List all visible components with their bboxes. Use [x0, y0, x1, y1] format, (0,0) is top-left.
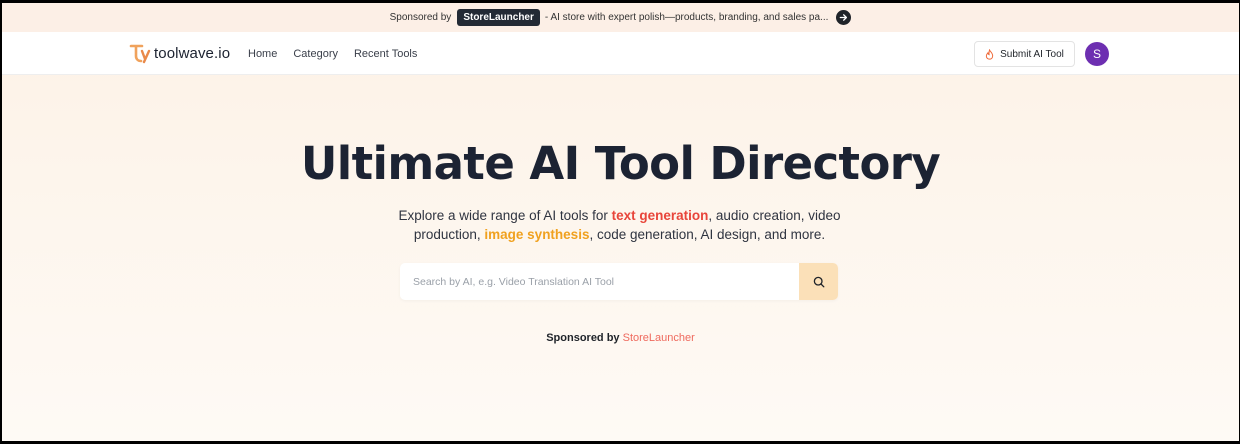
- nav-link-category[interactable]: Category: [293, 48, 338, 60]
- sponsor-label: Sponsored by: [546, 332, 623, 344]
- highlight-text-generation: text generation: [611, 208, 709, 223]
- hero-desc-part3: , code generation, AI design, and more.: [589, 227, 826, 242]
- sponsor-banner[interactable]: Sponsored by StoreLauncher - AI store wi…: [2, 3, 1239, 32]
- sponsor-line: Sponsored by StoreLauncher: [2, 332, 1239, 344]
- avatar[interactable]: S: [1085, 42, 1109, 66]
- search-bar: [400, 263, 838, 300]
- logo-text: toolwave.io: [154, 44, 231, 62]
- page: Sponsored by StoreLauncher - AI store wi…: [2, 3, 1239, 441]
- nav-link-recent-tools[interactable]: Recent Tools: [354, 48, 417, 60]
- arrow-right-icon[interactable]: [836, 10, 852, 25]
- search-icon: [813, 276, 824, 287]
- logo[interactable]: toolwave.io: [129, 42, 230, 64]
- search-input[interactable]: [400, 275, 799, 288]
- hero-desc-part1: Explore a wide range of AI tools for: [398, 208, 612, 223]
- fire-icon: [985, 48, 994, 60]
- highlight-image-synthesis: image synthesis: [484, 227, 590, 242]
- logo-icon: [129, 44, 151, 64]
- sponsor-banner-label: Sponsored by: [389, 12, 452, 23]
- sponsor-banner-brand[interactable]: StoreLauncher: [457, 9, 540, 26]
- search-button[interactable]: [799, 263, 838, 300]
- sponsor-banner-text: - AI store with expert polish—products, …: [544, 12, 829, 23]
- submit-ai-tool-label: Submit AI Tool: [1000, 48, 1064, 60]
- hero-description: Explore a wide range of AI tools for tex…: [372, 206, 867, 244]
- nav-link-home[interactable]: Home: [248, 48, 277, 60]
- page-title: Ultimate AI Tool Directory: [300, 137, 941, 190]
- submit-ai-tool-button[interactable]: Submit AI Tool: [974, 41, 1075, 67]
- sponsor-link[interactable]: StoreLauncher: [623, 332, 695, 344]
- nav-links: Home Category Recent Tools: [248, 32, 433, 75]
- top-nav: toolwave.io Home Category Recent Tools S…: [2, 32, 1239, 75]
